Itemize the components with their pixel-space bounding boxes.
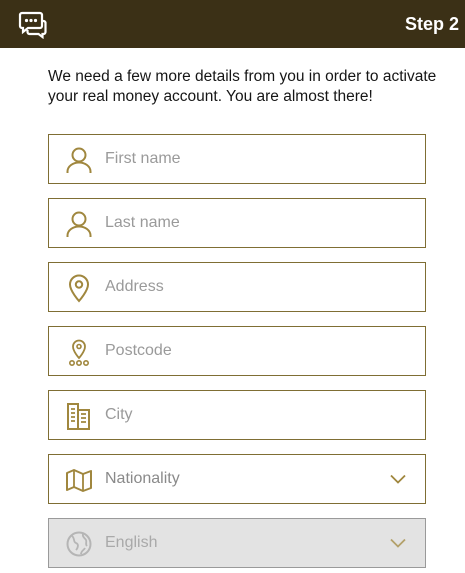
- person-icon: [64, 209, 94, 239]
- chat-icon[interactable]: [14, 9, 50, 40]
- person-icon: [64, 145, 94, 175]
- chevron-down-icon: [389, 471, 407, 487]
- nationality-label: Nationality: [105, 470, 180, 487]
- buildings-icon: [64, 401, 94, 431]
- address-input[interactable]: [105, 263, 405, 311]
- last-name-input[interactable]: [105, 199, 405, 247]
- first-name-input[interactable]: [105, 135, 405, 183]
- city-input[interactable]: [105, 391, 405, 439]
- map-pin-icon: [64, 273, 94, 303]
- language-label: English: [105, 534, 158, 551]
- map-icon: [64, 465, 94, 495]
- language-select: English: [48, 518, 426, 568]
- last-name-field[interactable]: [48, 198, 426, 248]
- nationality-select[interactable]: Nationality: [48, 454, 426, 504]
- postcode-field[interactable]: [48, 326, 426, 376]
- chevron-down-icon: [389, 535, 407, 551]
- intro-text: We need a few more details from you in o…: [48, 68, 437, 105]
- city-field[interactable]: [48, 390, 426, 440]
- postcode-input[interactable]: [105, 327, 405, 375]
- address-field[interactable]: [48, 262, 426, 312]
- pin-dots-icon: [64, 337, 94, 367]
- globe-icon: [64, 529, 94, 559]
- top-bar: Step 2: [0, 0, 465, 48]
- step-indicator: Step 2: [404, 14, 459, 34]
- first-name-field[interactable]: [48, 134, 426, 184]
